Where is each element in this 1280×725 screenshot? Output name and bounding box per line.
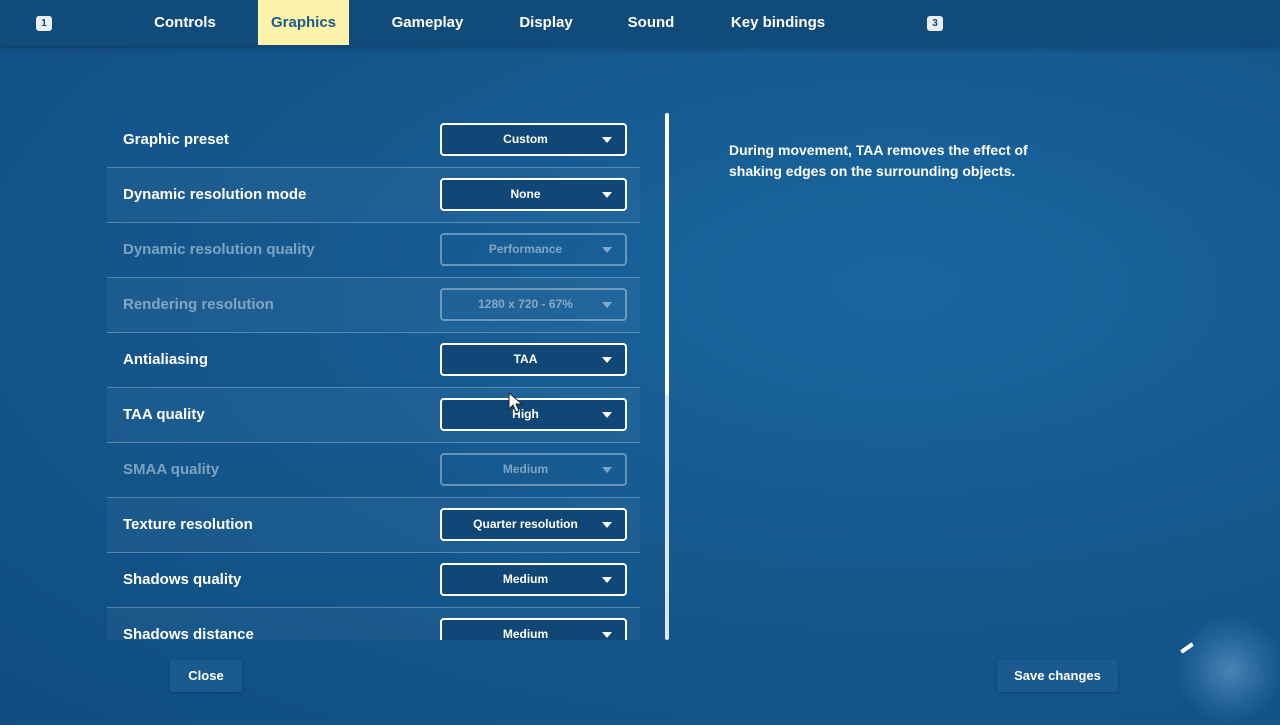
tab-display[interactable]: Display (510, 0, 582, 46)
setting-label: Graphic preset (123, 131, 229, 148)
graphics-settings-list: Graphic preset Custom Dynamic resolution… (107, 113, 640, 640)
setting-row-taa-quality: TAA quality High (107, 388, 640, 443)
setting-row-shadows-quality: Shadows quality Medium (107, 553, 640, 608)
dropdown-value: Medium (502, 572, 549, 586)
chevron-down-icon (602, 467, 612, 473)
setting-label: Shadows distance (123, 626, 254, 640)
dropdown-value: Custom (503, 132, 548, 146)
tab-sound[interactable]: Sound (620, 0, 682, 46)
setting-row-rendering-resolution: Rendering resolution 1280 x 720 - 67% (107, 278, 640, 333)
antialiasing-dropdown[interactable]: TAA (440, 343, 627, 376)
chevron-down-icon (602, 412, 612, 418)
dynamic-resolution-mode-dropdown[interactable]: None (440, 178, 627, 211)
chevron-down-icon (602, 137, 612, 143)
setting-row-graphic-preset: Graphic preset Custom (107, 113, 640, 168)
smaa-quality-dropdown: Medium (440, 453, 627, 486)
top-navigation-bar: 1 Controls Graphics Gameplay Display Sou… (0, 0, 1280, 46)
setting-label: Antialiasing (123, 351, 209, 368)
corner-glow (1175, 615, 1280, 725)
chevron-down-icon (602, 192, 612, 198)
chevron-down-icon (602, 522, 612, 528)
texture-resolution-dropdown[interactable]: Quarter resolution (440, 508, 627, 541)
chevron-down-icon (602, 302, 612, 308)
setting-label: Rendering resolution (123, 296, 274, 313)
shadows-quality-dropdown[interactable]: Medium (440, 563, 627, 596)
tab-controls[interactable]: Controls (145, 0, 225, 46)
close-button[interactable]: Close (170, 660, 242, 692)
shadows-distance-dropdown[interactable]: Medium (440, 618, 627, 640)
chevron-down-icon (602, 632, 612, 638)
setting-label: TAA quality (123, 406, 205, 423)
setting-label: Shadows quality (123, 571, 242, 588)
taa-quality-dropdown[interactable]: High (440, 398, 627, 431)
save-changes-button[interactable]: Save changes (997, 660, 1118, 692)
setting-row-dynamic-resolution-quality: Dynamic resolution quality Performance (107, 223, 640, 278)
setting-row-dynamic-resolution-mode: Dynamic resolution mode None (107, 168, 640, 223)
setting-row-shadows-distance: Shadows distance Medium (107, 608, 640, 640)
graphic-preset-dropdown[interactable]: Custom (440, 123, 627, 156)
dropdown-value: Medium (502, 627, 549, 640)
setting-description: During movement, TAA removes the effect … (729, 142, 1028, 179)
dropdown-value: None (510, 187, 541, 201)
setting-label: Texture resolution (123, 516, 253, 533)
tab-graphics[interactable]: Graphics (258, 0, 349, 45)
rendering-resolution-dropdown: 1280 x 720 - 67% (440, 288, 627, 321)
chevron-down-icon (602, 577, 612, 583)
chevron-down-icon (602, 247, 612, 253)
dropdown-value: TAA (513, 352, 538, 366)
setting-row-smaa-quality: SMAA quality Medium (107, 443, 640, 498)
mouse-pointer-icon (508, 392, 524, 413)
scrollbar-thumb[interactable] (665, 113, 669, 395)
setting-label: Dynamic resolution quality (123, 241, 315, 258)
setting-label: Dynamic resolution mode (123, 186, 307, 203)
dropdown-value: 1280 x 720 - 67% (478, 297, 573, 311)
previous-tab-key-hint: 1 (36, 16, 52, 31)
setting-label: SMAA quality (123, 461, 220, 478)
settings-scrollbar[interactable] (665, 113, 669, 640)
setting-row-antialiasing: Antialiasing TAA (107, 333, 640, 388)
next-tab-key-hint: 3 (927, 16, 943, 31)
dynamic-resolution-quality-dropdown: Performance (440, 233, 627, 266)
chevron-down-icon (602, 357, 612, 363)
dropdown-value: Medium (502, 462, 549, 476)
dropdown-value: Quarter resolution (473, 517, 578, 531)
setting-row-texture-resolution: Texture resolution Quarter resolution (107, 498, 640, 553)
tab-gameplay[interactable]: Gameplay (382, 0, 473, 46)
tab-key-bindings[interactable]: Key bindings (722, 0, 834, 46)
dropdown-value: Performance (488, 242, 563, 256)
